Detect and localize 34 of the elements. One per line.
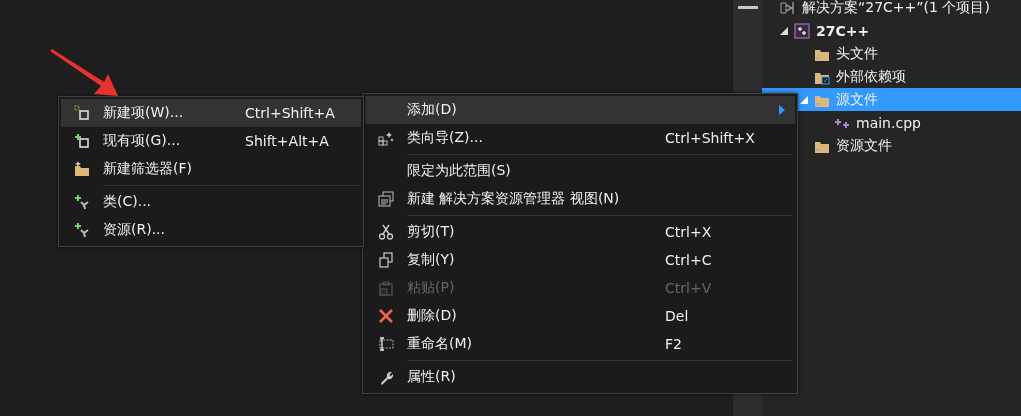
- menu-item[interactable]: 新建项(W)... Ctrl+Shift+A: [61, 99, 361, 127]
- add-class-icon: [74, 222, 90, 238]
- menu-item[interactable]: 资源(R)...: [61, 216, 361, 244]
- menu-item[interactable]: 添加(D): [365, 96, 795, 124]
- class-wizard-icon: [378, 130, 394, 146]
- tree-item[interactable]: 外部依赖项: [762, 65, 1021, 88]
- tree-item[interactable]: 27C++: [762, 19, 1021, 42]
- existing-item-icon: [74, 133, 90, 149]
- add-class-icon: [74, 194, 90, 210]
- delete-icon: [378, 308, 394, 324]
- menu-item[interactable]: 重命名(M) F2: [365, 330, 795, 358]
- scissors-icon: [378, 224, 394, 240]
- menu-item[interactable]: 新建 解决方案资源管理器 视图(N): [365, 185, 795, 213]
- rename-icon: [378, 336, 394, 352]
- menu-item[interactable]: 类(C)...: [61, 188, 361, 216]
- windows-icon: [378, 191, 394, 207]
- tree-item[interactable]: 头文件: [762, 42, 1021, 65]
- menu-item[interactable]: 剪切(T) Ctrl+X: [365, 218, 795, 246]
- menu-item[interactable]: 新建筛选器(F): [61, 155, 361, 183]
- tree-item[interactable]: 解决方案“27C++”(1 个项目): [762, 0, 1021, 19]
- project-icon: [794, 22, 810, 39]
- expander-icon[interactable]: [780, 26, 788, 35]
- menu-item[interactable]: 现有项(G)... Shift+Alt+A: [61, 127, 361, 155]
- menu-item[interactable]: 复制(Y) Ctrl+C: [365, 246, 795, 274]
- menu-item[interactable]: 限定为此范围(S): [365, 157, 795, 185]
- solution-icon: [780, 0, 796, 16]
- clipboard-icon: [378, 280, 394, 296]
- scrollbar-thumb[interactable]: [737, 6, 758, 9]
- menu-item[interactable]: 属性(R): [365, 363, 795, 391]
- wrench-icon: [378, 369, 394, 385]
- copy-icon: [378, 252, 394, 268]
- new-item-icon: [74, 105, 90, 121]
- menu-item[interactable]: 删除(D) Del: [365, 302, 795, 330]
- new-folder-icon: [74, 161, 90, 177]
